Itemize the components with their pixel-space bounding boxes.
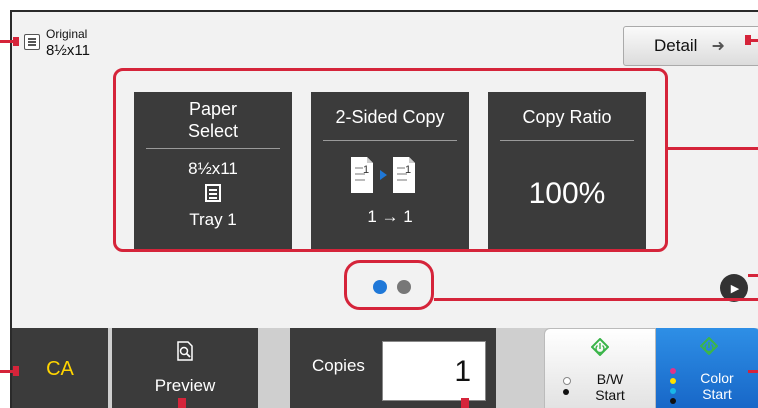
black-indicator-icon	[670, 398, 676, 404]
callout-line-pager	[434, 298, 758, 301]
start-diamond-icon	[700, 337, 718, 355]
callout-line-next	[748, 274, 758, 277]
magenta-indicator-icon	[670, 368, 676, 374]
original-label: Original	[46, 27, 88, 41]
bw-start-button[interactable]: B/W Start	[544, 328, 656, 408]
ca-label: CA	[46, 357, 74, 380]
callout-line-tiles	[668, 147, 758, 150]
cyan-indicator-icon	[670, 388, 676, 394]
clear-all-button[interactable]: CA	[12, 328, 108, 408]
callout-line-start	[748, 370, 758, 373]
preview-magnifier-icon	[177, 341, 193, 361]
copies-panel: Copies 1	[290, 328, 496, 408]
copies-input[interactable]: 1	[382, 341, 486, 401]
preview-label: Preview	[154, 376, 216, 395]
document-icon	[24, 34, 40, 50]
original-size: 8½x11	[46, 41, 90, 59]
callout-dot-original	[13, 37, 19, 46]
yellow-indicator-icon	[670, 378, 676, 384]
play-arrow-icon: ▶	[730, 282, 740, 295]
tiles-callout-box	[113, 68, 668, 252]
color-start-button[interactable]: Color Start	[656, 328, 758, 408]
bw-start-label: B/W Start	[595, 371, 625, 403]
original-size-indicator[interactable]: Original 8½x11	[24, 27, 90, 59]
callout-line-ca	[0, 370, 14, 373]
pager-callout-box	[344, 260, 434, 310]
callout-dot-preview	[178, 398, 186, 408]
callout-line-original	[0, 40, 14, 43]
callout-dot-detail	[745, 35, 751, 45]
white-indicator-icon	[563, 377, 571, 385]
callout-dot-ca	[13, 366, 19, 376]
arrow-right-icon: ➜	[711, 38, 725, 55]
copies-label: Copies	[312, 356, 365, 375]
detail-button-label: Detail	[654, 36, 698, 55]
preview-button[interactable]: Preview	[112, 328, 258, 408]
start-diamond-icon	[591, 338, 609, 356]
color-start-label: Color Start	[700, 370, 734, 402]
black-indicator-icon	[563, 389, 569, 395]
bottom-bar: CA Preview Copies 1 B/W Start Color Star…	[12, 328, 758, 408]
callout-dot-copies	[461, 398, 469, 408]
detail-button[interactable]: Detail ➜	[623, 26, 758, 66]
